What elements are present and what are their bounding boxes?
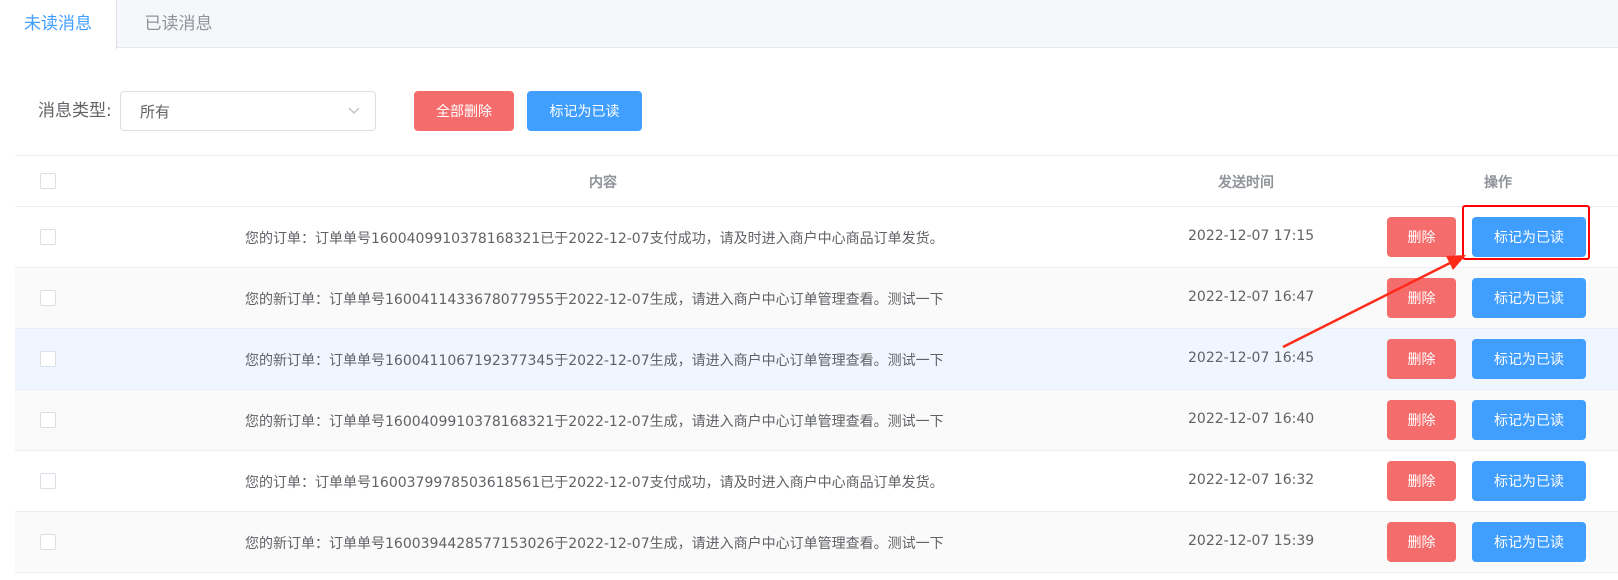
message-time: 2022-12-07 15:39 [1188,533,1315,549]
mark-read-button[interactable]: 标记为已读 [1472,278,1586,318]
row-checkbox[interactable] [40,473,56,489]
select-all-checkbox[interactable] [40,173,56,189]
table-row: 您的新订单：订单单号1600411067192377345于2022-12-07… [15,329,1618,390]
table-header: 内容 发送时间 操作 [15,155,1618,207]
delete-all-button[interactable]: 全部删除 [414,91,514,131]
row-checkbox[interactable] [40,534,56,550]
message-content: 您的新订单：订单单号1600394428577153026于2022-12-07… [245,536,944,552]
mark-read-button[interactable]: 标记为已读 [1472,339,1586,379]
mark-all-read-button[interactable]: 标记为已读 [527,91,642,131]
message-content: 您的订单：订单单号1600409910378168321已于2022-12-07… [245,231,944,247]
message-time: 2022-12-07 16:47 [1188,289,1315,305]
row-checkbox[interactable] [40,351,56,367]
column-header-content: 内容 [589,175,617,191]
message-time: 2022-12-07 16:40 [1188,411,1315,427]
table-row: 您的新订单：订单单号1600409910378168321于2022-12-07… [15,390,1618,451]
message-content: 您的新订单：订单单号1600411067192377345于2022-12-07… [245,353,944,369]
table-row: 您的订单：订单单号1600379978503618561已于2022-12-07… [15,451,1618,512]
message-type-selected-value: 所有 [140,103,171,121]
message-time: 2022-12-07 16:45 [1188,350,1315,366]
delete-button[interactable]: 删除 [1387,278,1456,318]
table-row: 您的订单：订单单号1600409910378168321已于2022-12-07… [15,207,1618,268]
delete-button[interactable]: 删除 [1387,461,1456,501]
tab-unread[interactable]: 未读消息 [0,0,117,49]
delete-button[interactable]: 删除 [1387,217,1456,257]
column-header-time: 发送时间 [1218,175,1274,191]
message-content: 您的新订单：订单单号1600411433678077955于2022-12-07… [245,292,944,308]
table-row: 您的新订单：订单单号1600411433678077955于2022-12-07… [15,268,1618,329]
row-checkbox[interactable] [40,229,56,245]
column-header-action: 操作 [1484,175,1512,191]
tab-read[interactable]: 已读消息 [117,0,240,48]
table-row: 您的新订单：订单单号1600394428577153026于2022-12-07… [15,512,1618,573]
delete-button[interactable]: 删除 [1387,400,1456,440]
message-tabs: 未读消息 已读消息 [0,0,1618,49]
row-checkbox[interactable] [40,412,56,428]
message-content: 您的新订单：订单单号1600409910378168321于2022-12-07… [245,414,944,430]
mark-read-button[interactable]: 标记为已读 [1472,217,1586,257]
mark-read-button[interactable]: 标记为已读 [1472,400,1586,440]
mark-read-button[interactable]: 标记为已读 [1472,522,1586,562]
message-content: 您的订单：订单单号1600379978503618561已于2022-12-07… [245,475,944,491]
message-type-select[interactable]: 所有 [120,91,376,131]
message-time: 2022-12-07 17:15 [1188,228,1315,244]
delete-button[interactable]: 删除 [1387,339,1456,379]
message-type-label: 消息类型: [38,101,112,121]
chevron-down-icon [348,107,360,115]
mark-read-button[interactable]: 标记为已读 [1472,461,1586,501]
message-time: 2022-12-07 16:32 [1188,472,1315,488]
row-checkbox[interactable] [40,290,56,306]
delete-button[interactable]: 删除 [1387,522,1456,562]
